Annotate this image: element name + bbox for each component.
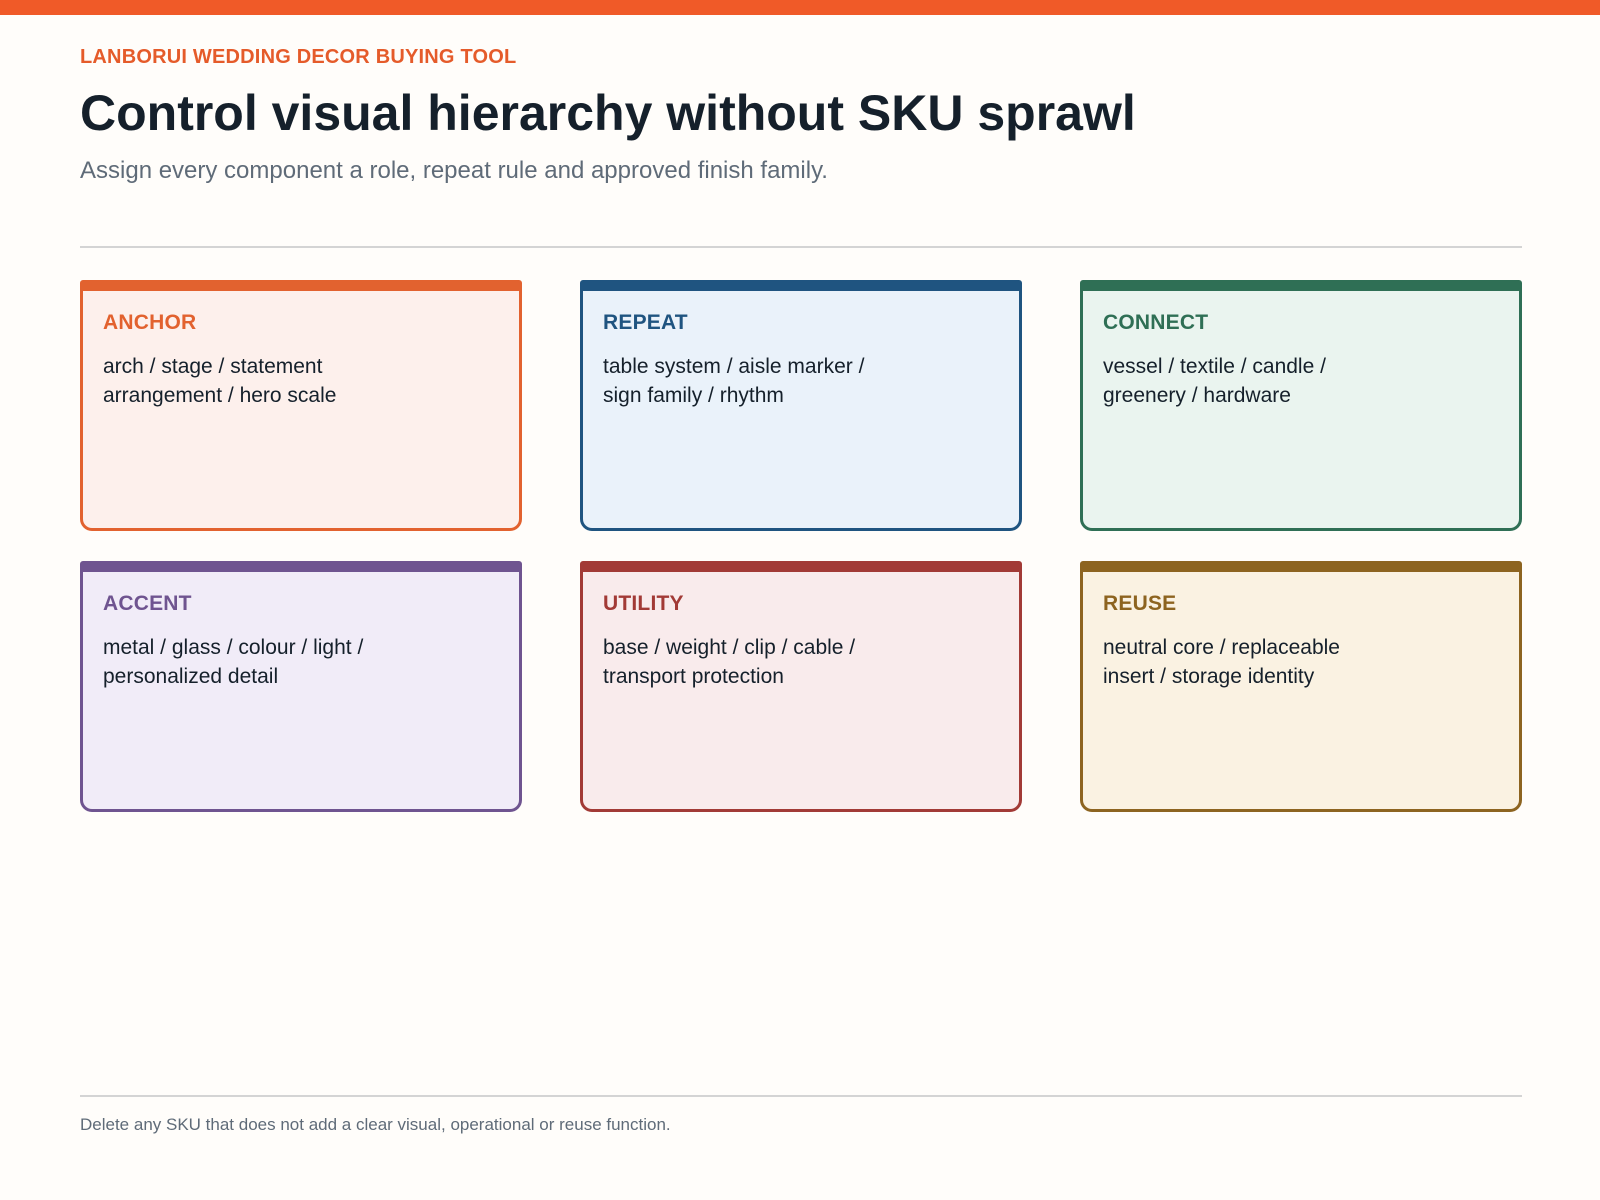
role-card-anchor: ANCHOR arch / stage / statement arrangem… <box>80 280 522 531</box>
top-accent-bar <box>0 0 1600 15</box>
role-card-label: ACCENT <box>103 592 192 615</box>
page-title: Control visual hierarchy without SKU spr… <box>80 85 1136 141</box>
role-card-accent: ACCENT metal / glass / colour / light / … <box>80 561 522 812</box>
role-card-label: UTILITY <box>603 592 684 615</box>
role-card-description: base / weight / clip / cable / transport… <box>603 636 856 688</box>
role-card-description: table system / aisle marker / sign famil… <box>603 355 865 407</box>
footer-note: Delete any SKU that does not add a clear… <box>80 1115 671 1134</box>
footer-divider <box>80 1095 1522 1097</box>
page-subtitle: Assign every component a role, repeat ru… <box>80 157 828 184</box>
role-card-connect: CONNECT vessel / textile / candle / gree… <box>1080 280 1522 531</box>
role-card-description: arch / stage / statement arrangement / h… <box>103 355 337 407</box>
role-card-description: neutral core / replaceable insert / stor… <box>1103 636 1340 688</box>
role-card-description: metal / glass / colour / light / persona… <box>103 636 364 688</box>
role-card-description: vessel / textile / candle / greenery / h… <box>1103 355 1326 407</box>
role-card-label: CONNECT <box>1103 311 1209 334</box>
header-divider <box>80 246 1522 248</box>
role-card-repeat: REPEAT table system / aisle marker / sig… <box>580 280 1022 531</box>
role-card-label: REPEAT <box>603 311 688 334</box>
role-card-grid: ANCHOR arch / stage / statement arrangem… <box>80 280 1522 812</box>
role-card-reuse: REUSE neutral core / replaceable insert … <box>1080 561 1522 812</box>
role-card-utility: UTILITY base / weight / clip / cable / t… <box>580 561 1022 812</box>
eyebrow-label: LANBORUI WEDDING DECOR BUYING TOOL <box>80 46 517 68</box>
role-card-label: ANCHOR <box>103 311 197 334</box>
role-card-label: REUSE <box>1103 592 1177 615</box>
